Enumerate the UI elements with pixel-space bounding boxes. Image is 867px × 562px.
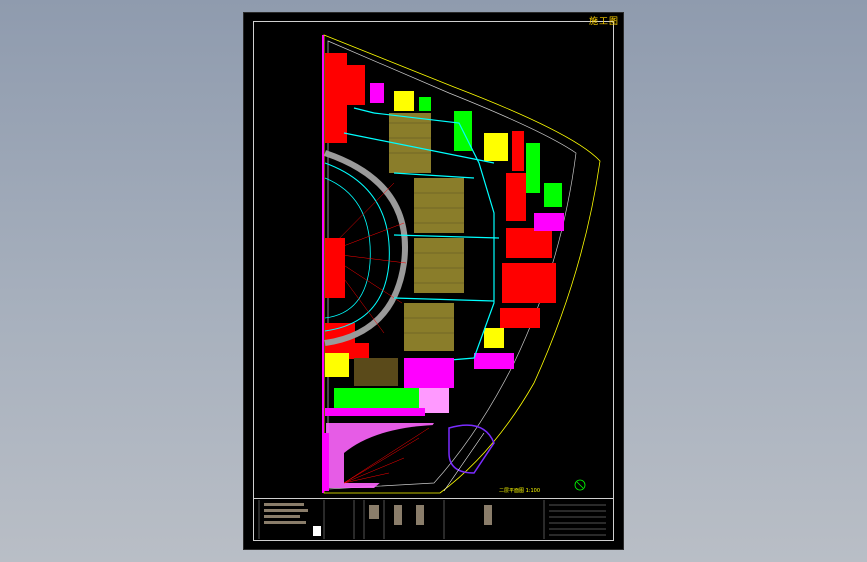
room-block xyxy=(394,91,414,111)
room-block xyxy=(502,263,556,303)
floor-plan xyxy=(258,34,606,539)
room-block xyxy=(484,133,508,161)
title-block xyxy=(253,498,614,541)
room-block xyxy=(474,353,514,369)
room-block xyxy=(500,308,540,328)
lobby-magenta xyxy=(404,358,454,388)
room-block xyxy=(512,131,524,171)
room-block xyxy=(484,328,504,348)
room-block xyxy=(506,228,552,258)
room-block xyxy=(534,213,564,231)
room-block xyxy=(506,173,526,221)
stair xyxy=(354,358,398,386)
plan-title: 二层平面图 1:100 xyxy=(499,488,540,494)
room-block xyxy=(526,143,540,193)
stair-2 xyxy=(325,353,349,377)
room-block xyxy=(347,65,365,105)
room-block xyxy=(370,83,384,103)
room-block xyxy=(325,53,347,143)
seating-block xyxy=(389,113,464,351)
room-block xyxy=(325,238,345,298)
lobby-pink-strip xyxy=(325,408,425,416)
west-wall-fill xyxy=(323,433,329,491)
drawing-sheet: 施工图 二层平面图 1:100 xyxy=(244,13,623,549)
north-arrow-icon xyxy=(574,479,586,491)
room-block xyxy=(419,97,431,111)
room-block xyxy=(544,183,562,207)
